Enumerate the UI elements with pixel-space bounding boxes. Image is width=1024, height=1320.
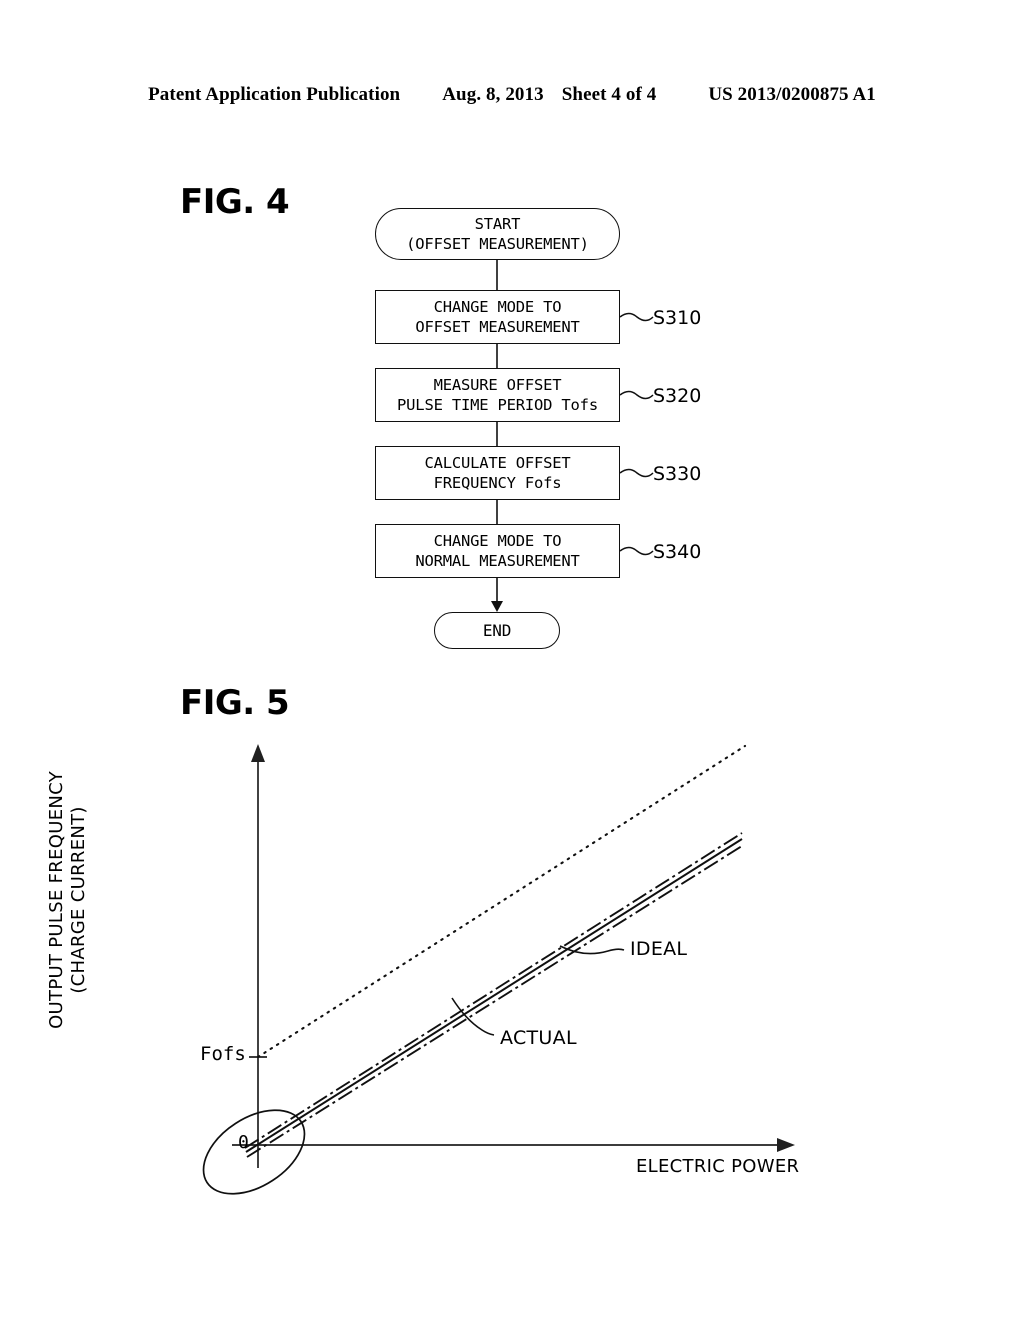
flowchart-node-end: END bbox=[434, 612, 560, 649]
leader-line-s340 bbox=[619, 546, 654, 556]
node-s330-line1: CALCULATE OFFSET bbox=[424, 453, 571, 472]
series-line-actual-middle bbox=[245, 838, 743, 1153]
flowchart-node-s330: CALCULATE OFFSET FREQUENCY Fofs bbox=[375, 446, 620, 500]
series-line-ideal-measured-upper bbox=[244, 832, 743, 1149]
flowchart-node-s310: CHANGE MODE TO OFFSET MEASUREMENT bbox=[375, 290, 620, 344]
leader-line-s310 bbox=[619, 312, 654, 322]
x-axis-title: ELECTRIC POWER bbox=[636, 1156, 800, 1177]
leader-line-s320 bbox=[619, 390, 654, 400]
node-s320-line2: PULSE TIME PERIOD Tofs bbox=[397, 396, 598, 414]
node-s340-line1: CHANGE MODE TO bbox=[433, 531, 562, 550]
series-annotation-actual: ACTUAL bbox=[500, 1027, 577, 1049]
y-axis-title: OUTPUT PULSE FREQUENCY (CHARGE CURRENT) bbox=[46, 770, 90, 1030]
node-s330-line2: FREQUENCY Fofs bbox=[433, 474, 562, 492]
chart-canvas bbox=[202, 744, 795, 1195]
step-tag-s330: S330 bbox=[653, 463, 702, 485]
node-s320-line1: MEASURE OFFSET bbox=[433, 375, 562, 394]
flowchart-node-s320: MEASURE OFFSET PULSE TIME PERIOD Tofs bbox=[375, 368, 620, 422]
figure-5-chart: OUTPUT PULSE FREQUENCY (CHARGE CURRENT) … bbox=[0, 700, 1024, 1260]
series-line-actual-lower bbox=[246, 845, 743, 1158]
series-annotation-ideal: IDEAL bbox=[630, 938, 688, 960]
arrowhead-to-end bbox=[491, 601, 503, 612]
y-axis-arrowhead bbox=[251, 744, 265, 762]
flowchart-node-s340: CHANGE MODE TO NORMAL MEASUREMENT bbox=[375, 524, 620, 578]
node-start-line2: (OFFSET MEASUREMENT) bbox=[406, 235, 589, 253]
step-tag-s320: S320 bbox=[653, 385, 702, 407]
origin-label: 0 bbox=[238, 1132, 249, 1153]
node-s340-line2: NORMAL MEASUREMENT bbox=[415, 552, 580, 570]
x-axis-arrowhead bbox=[777, 1138, 795, 1152]
step-tag-s310: S310 bbox=[653, 307, 702, 329]
flowchart-connectors bbox=[491, 260, 654, 612]
leader-line-actual bbox=[451, 997, 495, 1036]
figure-4-flowchart: START (OFFSET MEASUREMENT) CHANGE MODE T… bbox=[0, 0, 1024, 700]
node-s310-line1: CHANGE MODE TO bbox=[433, 297, 562, 316]
node-s310-line2: OFFSET MEASUREMENT bbox=[415, 318, 580, 336]
series-line-ideal-dotted bbox=[256, 744, 747, 1059]
flowchart-node-start: START (OFFSET MEASUREMENT) bbox=[375, 208, 620, 260]
step-tag-s340: S340 bbox=[653, 541, 702, 563]
node-end-line1: END bbox=[482, 620, 512, 640]
leader-line-s330 bbox=[619, 468, 654, 478]
y-tick-label-fofs: Fofs bbox=[200, 1043, 246, 1065]
y-axis-title-line2: (CHARGE CURRENT) bbox=[68, 806, 89, 994]
y-axis-title-line1: OUTPUT PULSE FREQUENCY bbox=[46, 770, 68, 1029]
node-start-line1: START bbox=[474, 214, 521, 233]
